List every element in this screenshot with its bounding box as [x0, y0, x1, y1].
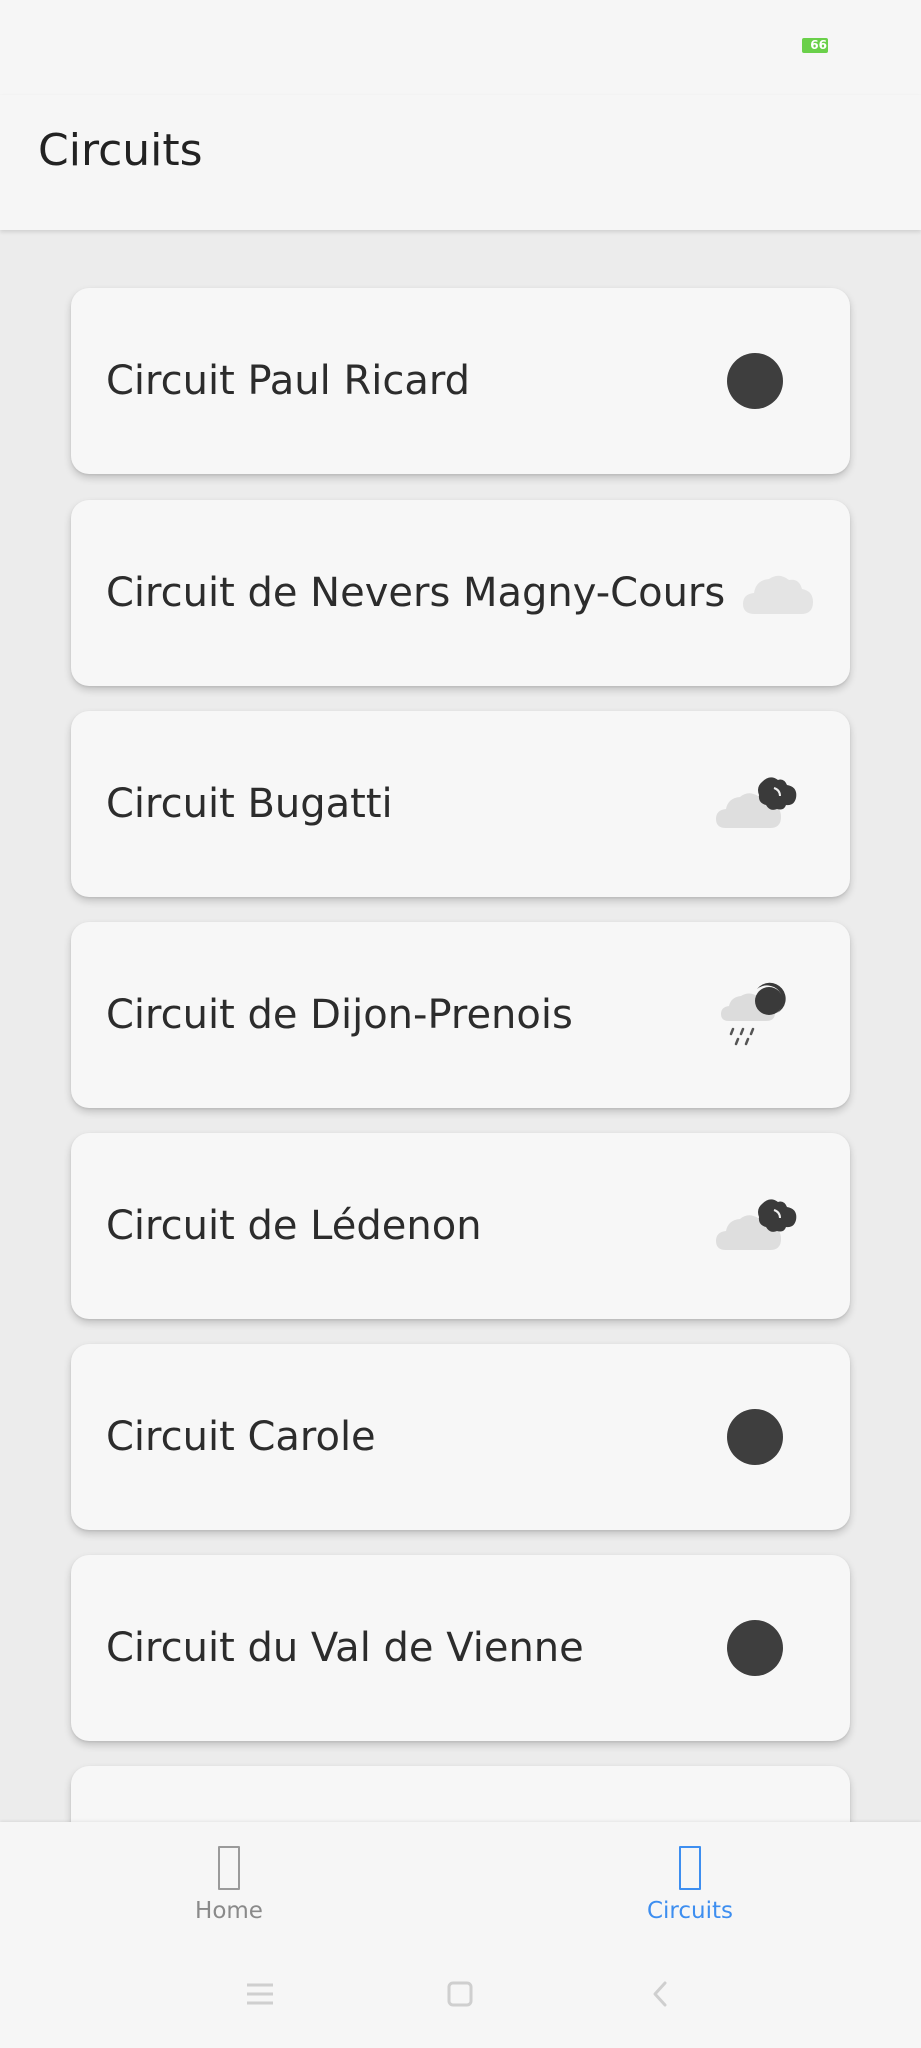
dark-circle-icon: [727, 1409, 783, 1465]
nav-home[interactable]: Home: [129, 1846, 329, 1936]
cloud-icon: [743, 575, 813, 614]
nav-home-label: Home: [195, 1898, 263, 1924]
circuits-icon: [679, 1846, 701, 1890]
circuit-card[interactable]: Circuit Paul Ricard: [71, 288, 850, 474]
circuit-card[interactable]: Circuit du Val de Vienne: [71, 1555, 850, 1741]
dark-circle-icon: [727, 1620, 783, 1676]
home-icon: [218, 1846, 240, 1890]
home-square-icon[interactable]: [430, 1955, 490, 2035]
circuit-name: Circuit Carole: [106, 1414, 376, 1460]
circuit-list[interactable]: Circuit Paul Ricard Circuit de Nevers Ma…: [0, 230, 921, 1822]
nav-circuits[interactable]: Circuits: [590, 1846, 790, 1936]
circuit-name: Circuit Bugatti: [106, 781, 393, 827]
circuit-card[interactable]: Circuit Bugatti: [71, 711, 850, 897]
dark-circle-icon: [727, 353, 783, 409]
circuit-card[interactable]: Circuit de Nevers Magny-Cours: [71, 500, 850, 686]
cloud-moon-icon: [716, 1199, 797, 1250]
circuit-name: Circuit Paul Ricard: [106, 358, 471, 404]
circuit-name: Circuit de Lédenon: [106, 1203, 482, 1249]
back-icon[interactable]: [631, 1955, 691, 2035]
circuit-card-partial[interactable]: [71, 1766, 850, 1822]
circuit-card[interactable]: Circuit de Dijon-Prenois: [71, 922, 850, 1108]
circuit-name: Circuit du Val de Vienne: [106, 1625, 584, 1671]
system-nav: [0, 1955, 921, 2035]
circuit-card[interactable]: Circuit Carole: [71, 1344, 850, 1530]
nav-circuits-label: Circuits: [646, 1898, 733, 1924]
circuit-name: Circuit de Dijon-Prenois: [106, 992, 573, 1038]
circuit-card[interactable]: Circuit de Lédenon: [71, 1133, 850, 1319]
page-title: Circuits: [38, 125, 203, 176]
app-bar: Circuits: [0, 95, 921, 230]
battery-level: 66: [810, 38, 827, 52]
rain-moon-icon: [721, 982, 786, 1046]
battery-icon: 66: [802, 38, 828, 53]
cloud-moon-icon: [716, 777, 797, 828]
menu-icon[interactable]: [230, 1955, 290, 2035]
status-bar: 66: [0, 0, 921, 95]
circuit-name: Circuit de Nevers Magny-Cours: [106, 570, 726, 616]
